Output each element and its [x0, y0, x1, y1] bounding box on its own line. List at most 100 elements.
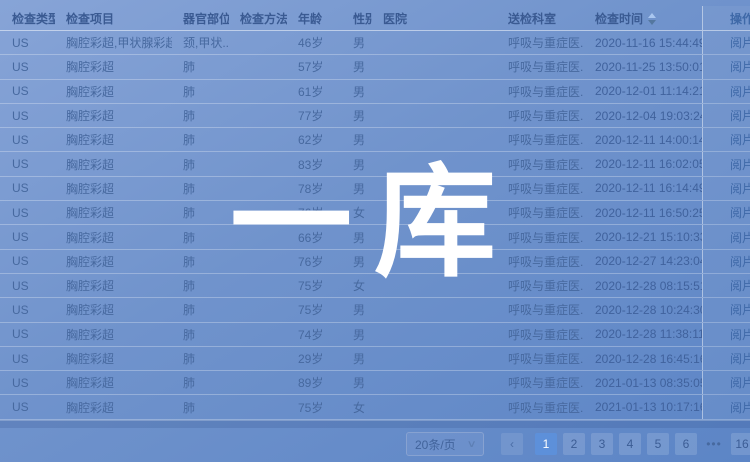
cell-exam-time: 2020-12-27 14:23:04	[584, 254, 702, 268]
cell-department: 呼吸与重症医...	[497, 399, 584, 416]
cell-gender: 女	[342, 204, 372, 221]
cell-exam-type: US	[0, 254, 55, 268]
table-row[interactable]: US 胸腔彩超 肺 61岁 男 呼吸与重症医... 2020-12-01 11:…	[0, 80, 750, 104]
header-method: 检查方法	[229, 10, 287, 27]
header-exam-item: 检查项目	[55, 10, 172, 27]
table-row[interactable]: US 胸腔彩超 肺 62岁 男 呼吸与重症医... 2020-12-11 14:…	[0, 128, 750, 152]
pagination-bar: 20条/页 ∨ ‹ 123456 ••• 16	[406, 431, 750, 457]
sort-caret-up-icon[interactable]	[648, 13, 656, 18]
view-film-link[interactable]: 阅片	[702, 104, 750, 127]
exam-list-screen: 检查类型 检查项目 器官部位 检查方法 年龄 性别 医院 送检科室 检查时间 操…	[0, 0, 750, 462]
table-row[interactable]: US 胸腔彩超 肺 75岁 男 呼吸与重症医... 2020-12-28 10:…	[0, 298, 750, 322]
more-pages-ellipsis[interactable]: •••	[703, 433, 725, 455]
view-film-link[interactable]: 阅片	[702, 347, 750, 370]
page-button-3[interactable]: 3	[591, 433, 613, 455]
table-row[interactable]: US 胸腔彩超 肺 78岁 男 呼吸与重症医... 2020-12-11 16:…	[0, 177, 750, 201]
view-film-link[interactable]: 阅片	[702, 323, 750, 346]
cell-department: 呼吸与重症医...	[497, 34, 584, 51]
cell-exam-type: US	[0, 133, 55, 147]
cell-age: 75岁	[287, 301, 342, 318]
table-row[interactable]: US 胸腔彩超 肺 75岁 女 呼吸与重症医... 2021-01-13 10:…	[0, 395, 750, 419]
view-film-link[interactable]: 阅片	[702, 225, 750, 248]
table-row[interactable]: US 胸腔彩超 肺 74岁 男 呼吸与重症医... 2020-12-28 11:…	[0, 323, 750, 347]
page-button-16[interactable]: 16	[731, 433, 750, 455]
cell-exam-type: US	[0, 400, 55, 414]
table-row[interactable]: US 胸腔彩超 肺 75岁 女 呼吸与重症医... 2020-12-28 08:…	[0, 274, 750, 298]
cell-department: 呼吸与重症医...	[497, 374, 584, 391]
table-row[interactable]: US 胸腔彩超 肺 57岁 男 呼吸与重症医... 2020-11-25 13:…	[0, 55, 750, 79]
header-age: 年龄	[287, 10, 342, 27]
prev-page-button[interactable]: ‹	[501, 433, 523, 455]
cell-department: 呼吸与重症医...	[497, 350, 584, 367]
page-size-select[interactable]: 20条/页 ∨	[406, 432, 484, 456]
page-button-6[interactable]: 6	[675, 433, 697, 455]
cell-gender: 男	[342, 83, 372, 100]
cell-exam-time: 2021-01-13 10:17:16	[584, 400, 702, 414]
sort-carets[interactable]	[648, 13, 656, 25]
view-film-link[interactable]: 阅片	[702, 395, 750, 418]
table-row[interactable]: US 胸腔彩超 肺 83岁 男 呼吸与重症医... 2020-12-11 16:…	[0, 152, 750, 176]
cell-exam-item: 胸腔彩超	[55, 326, 172, 343]
cell-organ: 颈,甲状...	[172, 34, 229, 51]
cell-exam-item: 胸腔彩超	[55, 229, 172, 246]
cell-age: 77岁	[287, 107, 342, 124]
sort-caret-down-icon[interactable]	[648, 20, 656, 25]
cell-exam-type: US	[0, 230, 55, 244]
view-film-link[interactable]: 阅片	[702, 128, 750, 151]
cell-gender: 男	[342, 326, 372, 343]
table-row[interactable]: US 胸腔彩超 肺 89岁 男 呼吸与重症医... 2021-01-13 08:…	[0, 371, 750, 395]
table-row[interactable]: US 胸腔彩超 肺 76岁 男 呼吸与重症医... 2020-12-27 14:…	[0, 250, 750, 274]
cell-exam-time: 2020-12-28 10:24:30	[584, 303, 702, 317]
cell-exam-type: US	[0, 36, 55, 50]
table-row[interactable]: US 胸腔彩超 肺 76岁 女 呼吸与重症医... 2020-12-11 16:…	[0, 201, 750, 225]
cell-exam-type: US	[0, 84, 55, 98]
page-button-2[interactable]: 2	[563, 433, 585, 455]
view-film-link[interactable]: 阅片	[702, 274, 750, 297]
cell-age: 76岁	[287, 253, 342, 270]
page-button-4[interactable]: 4	[619, 433, 641, 455]
page-button-1[interactable]: 1	[535, 433, 557, 455]
cell-organ: 肺	[172, 350, 229, 367]
cell-exam-type: US	[0, 303, 55, 317]
cell-organ: 肺	[172, 180, 229, 197]
cell-exam-item: 胸腔彩超	[55, 107, 172, 124]
cell-exam-type: US	[0, 327, 55, 341]
exam-table: 检查类型 检查项目 器官部位 检查方法 年龄 性别 医院 送检科室 检查时间 操…	[0, 6, 750, 420]
page-size-value: 20条/页	[415, 436, 456, 453]
table-row[interactable]: US 胸腔彩超 肺 29岁 男 呼吸与重症医... 2020-12-28 16:…	[0, 347, 750, 371]
header-exam-time[interactable]: 检查时间	[584, 10, 702, 27]
cell-department: 呼吸与重症医...	[497, 326, 584, 343]
table-row[interactable]: US 胸腔彩超,甲状腺彩超 颈,甲状... 46岁 男 呼吸与重症医... 20…	[0, 31, 750, 55]
cell-department: 呼吸与重症医...	[497, 253, 584, 270]
cell-organ: 肺	[172, 58, 229, 75]
header-organ: 器官部位	[172, 10, 229, 27]
cell-department: 呼吸与重症医...	[497, 229, 584, 246]
table-row[interactable]: US 胸腔彩超 肺 77岁 男 呼吸与重症医... 2020-12-04 19:…	[0, 104, 750, 128]
cell-exam-time: 2020-12-04 19:03:24	[584, 109, 702, 123]
cell-exam-time: 2020-12-28 11:38:11	[584, 327, 702, 341]
cell-exam-item: 胸腔彩超	[55, 83, 172, 100]
view-film-link[interactable]: 阅片	[702, 31, 750, 54]
cell-age: 76岁	[287, 204, 342, 221]
view-film-link[interactable]: 阅片	[702, 177, 750, 200]
view-film-link[interactable]: 阅片	[702, 371, 750, 394]
page-button-5[interactable]: 5	[647, 433, 669, 455]
view-film-link[interactable]: 阅片	[702, 201, 750, 224]
cell-gender: 女	[342, 399, 372, 416]
view-film-link[interactable]: 阅片	[702, 250, 750, 273]
view-film-link[interactable]: 阅片	[702, 298, 750, 321]
cell-organ: 肺	[172, 326, 229, 343]
header-gender: 性别	[342, 10, 372, 27]
cell-exam-item: 胸腔彩超	[55, 374, 172, 391]
header-exam-time-label: 检查时间	[595, 12, 643, 26]
cell-age: 78岁	[287, 180, 342, 197]
cell-department: 呼吸与重症医...	[497, 277, 584, 294]
table-row[interactable]: US 胸腔彩超 肺 66岁 男 呼吸与重症医... 2020-12-21 15:…	[0, 225, 750, 249]
cell-department: 呼吸与重症医...	[497, 301, 584, 318]
horizontal-scrollbar[interactable]	[0, 420, 750, 428]
cell-exam-time: 2020-12-11 16:14:49	[584, 181, 702, 195]
view-film-link[interactable]: 阅片	[702, 152, 750, 175]
cell-age: 61岁	[287, 83, 342, 100]
view-film-link[interactable]: 阅片	[702, 80, 750, 103]
view-film-link[interactable]: 阅片	[702, 55, 750, 78]
